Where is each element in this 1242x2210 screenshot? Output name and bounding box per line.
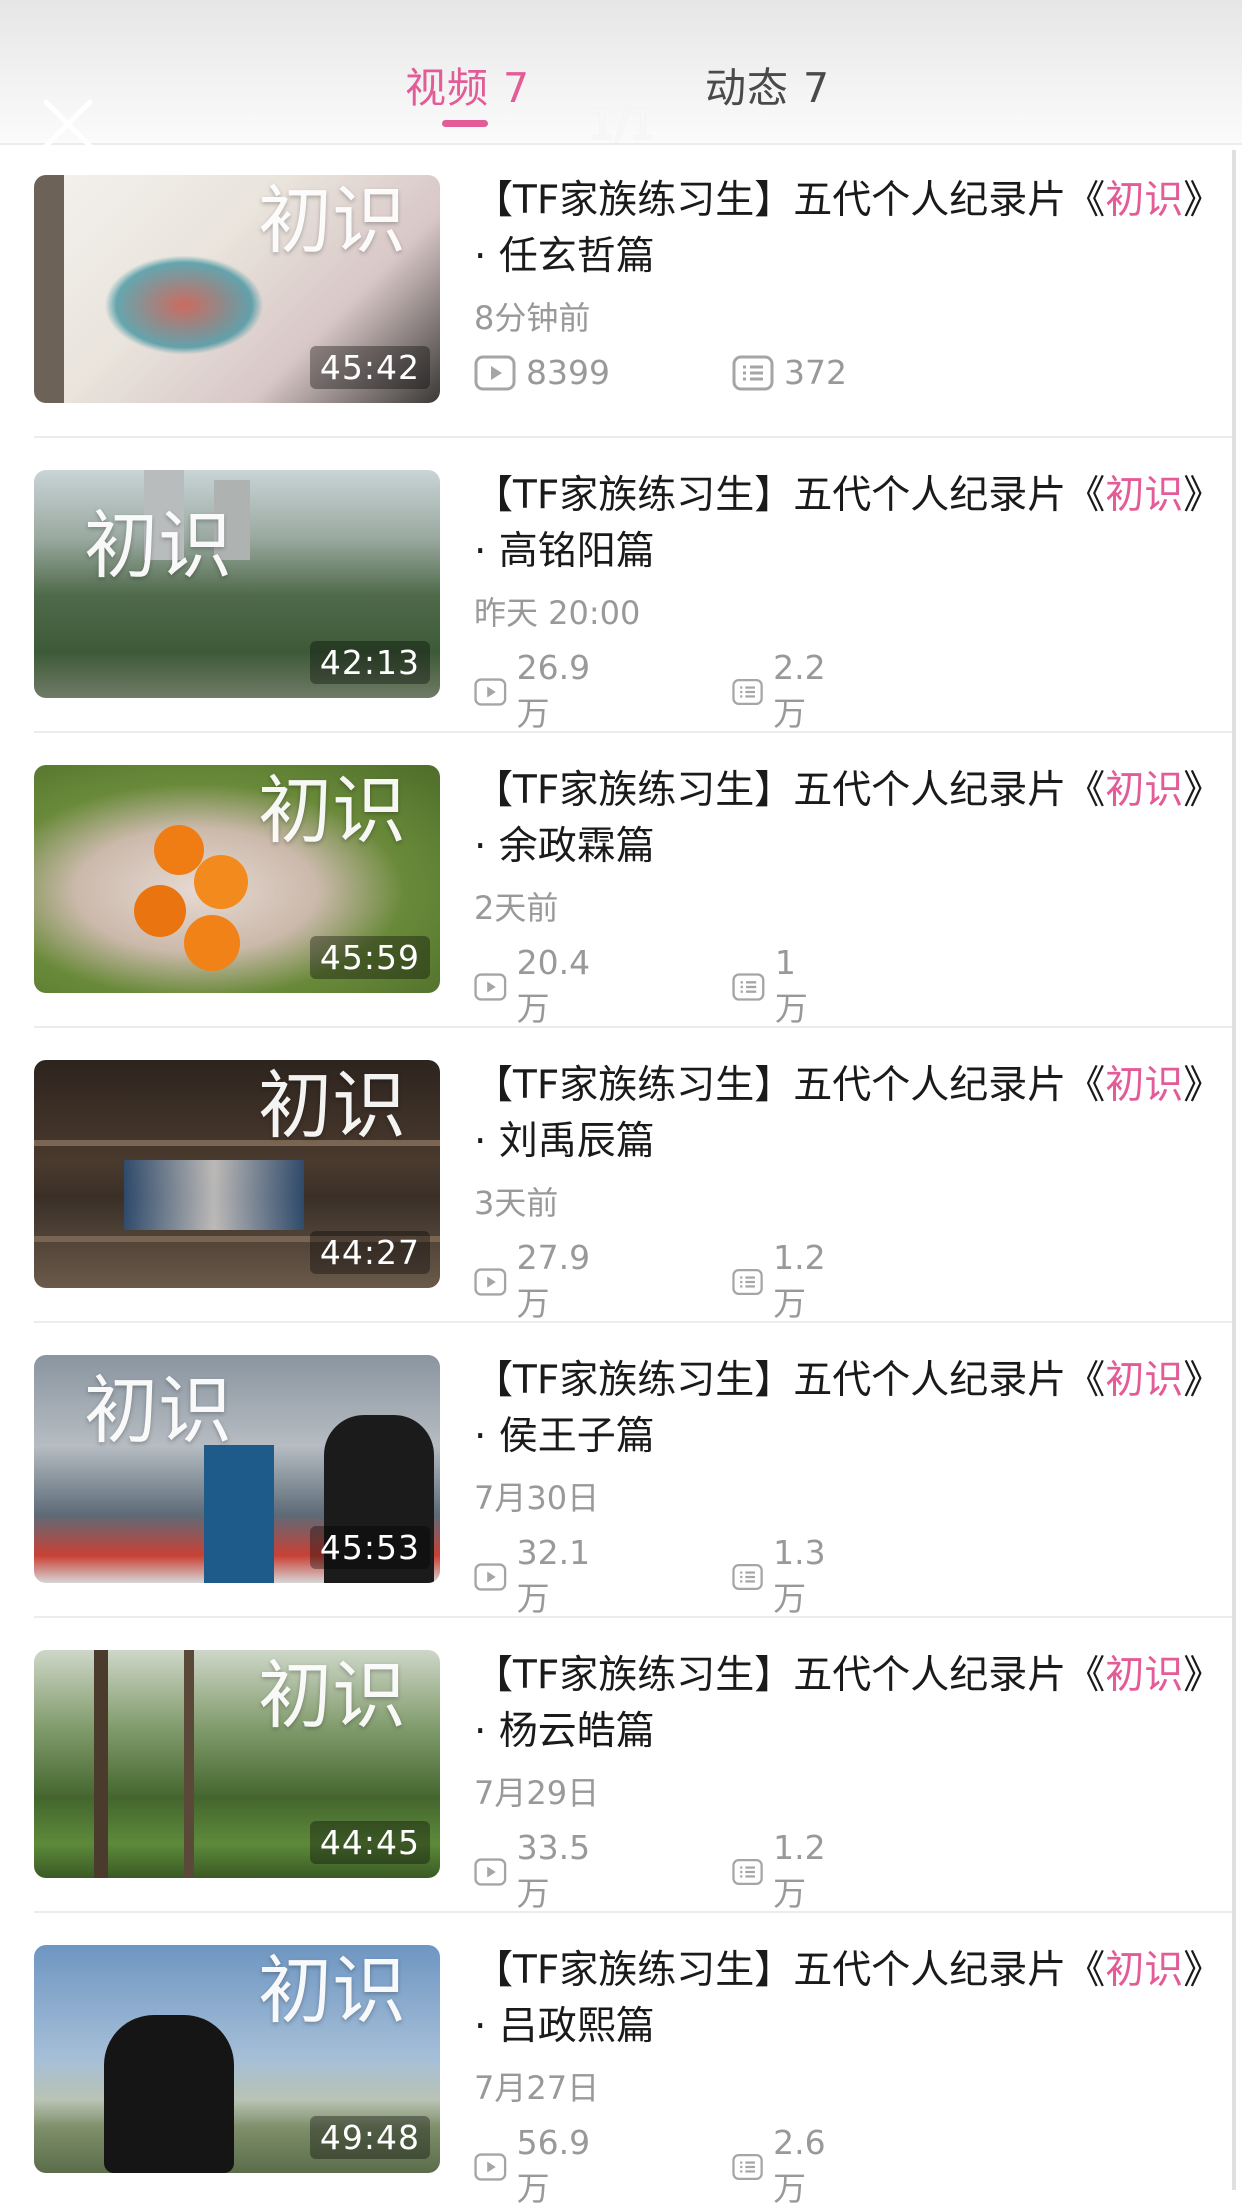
video-thumbnail[interactable]: 初识 45:42 <box>34 175 440 403</box>
page-indicator: 1/1 <box>588 100 656 149</box>
thumbnail-kiosk <box>204 1445 274 1583</box>
title-highlight: 初识 <box>1105 473 1184 518</box>
video-title[interactable]: 【TF家族练习生】五代个人纪录片《初识》· 刘禹辰篇 <box>474 1058 1214 1170</box>
title-highlight: 初识 <box>1105 1358 1184 1403</box>
video-duration: 45:53 <box>309 1526 430 1569</box>
publish-time: 7月27日 <box>474 2069 600 2107</box>
thumbnail-orange <box>154 825 204 875</box>
danmaku-icon <box>732 678 763 705</box>
video-duration: 49:48 <box>309 2116 430 2159</box>
danmaku-icon <box>732 355 774 390</box>
video-duration: 45:42 <box>309 346 430 389</box>
danmaku-icon <box>732 972 765 1001</box>
video-thumbnail[interactable]: 初识 42:13 <box>34 470 440 698</box>
video-title[interactable]: 【TF家族练习生】五代个人纪录片《初识》· 杨云皓篇 <box>474 1648 1214 1760</box>
title-highlight: 初识 <box>1105 1948 1184 1993</box>
play-icon <box>474 1562 507 1591</box>
comment-count: 372 <box>732 353 847 392</box>
video-thumbnail[interactable]: 初识 45:59 <box>34 765 440 993</box>
danmaku-icon <box>732 2153 763 2180</box>
play-icon <box>474 972 507 1001</box>
video-title[interactable]: 【TF家族练习生】五代个人纪录片《初识》· 吕政熙篇 <box>474 1943 1214 2055</box>
danmaku-icon <box>732 1858 763 1885</box>
thumbnail-title-overlay: 初识 <box>258 178 406 264</box>
video-title[interactable]: 【TF家族练习生】五代个人纪录片《初识》· 高铭阳篇 <box>474 468 1214 580</box>
video-title[interactable]: 【TF家族练习生】五代个人纪录片《初识》· 侯王子篇 <box>474 1353 1214 1465</box>
publish-time: 昨天 20:00 <box>474 594 641 632</box>
thumbnail-tree <box>184 1650 194 1878</box>
video-duration: 45:59 <box>309 936 430 979</box>
play-count: 33.5万 <box>474 1828 599 1915</box>
comment-count: 1.2万 <box>732 1238 836 1325</box>
thumbnail-orange <box>184 915 240 971</box>
thumbnail-orange <box>194 855 248 909</box>
publish-time: 7月30日 <box>474 1479 600 1517</box>
thumbnail-person <box>104 2015 234 2173</box>
video-item[interactable]: 初识 45:59 【TF家族练习生】五代个人纪录片《初识》· 余政霖篇 2天前 … <box>0 733 1242 1028</box>
video-duration: 44:27 <box>309 1231 430 1274</box>
video-item[interactable]: 初识 45:53 【TF家族练习生】五代个人纪录片《初识》· 侯王子篇 7月30… <box>0 1323 1242 1618</box>
video-duration: 44:45 <box>309 1821 430 1864</box>
danmaku-icon <box>732 1268 763 1295</box>
video-title[interactable]: 【TF家族练习生】五代个人纪录片《初识》· 任玄哲篇 <box>474 173 1214 285</box>
top-bar: 视频 7 动态 7 1/1 <box>0 0 1242 149</box>
play-count: 26.9万 <box>474 648 599 735</box>
title-highlight: 初识 <box>1105 1063 1184 1108</box>
publish-time: 8分钟前 <box>474 299 591 337</box>
scrollbar[interactable] <box>1232 150 1236 2190</box>
thumbnail-tree <box>94 1650 108 1878</box>
publish-time: 7月29日 <box>474 1774 600 1812</box>
play-icon <box>474 1857 507 1886</box>
video-thumbnail[interactable]: 初识 44:27 <box>34 1060 440 1288</box>
comment-count: 1.3万 <box>732 1533 836 1620</box>
video-list: 初识 45:42 【TF家族练习生】五代个人纪录片《初识》· 任玄哲篇 8分钟前… <box>0 143 1242 2208</box>
play-icon <box>474 355 516 390</box>
play-count: 8399 <box>474 353 610 392</box>
video-thumbnail[interactable]: 初识 45:53 <box>34 1355 440 1583</box>
video-item[interactable]: 初识 42:13 【TF家族练习生】五代个人纪录片《初识》· 高铭阳篇 昨天 2… <box>0 438 1242 733</box>
comment-count: 2.6万 <box>732 2123 836 2210</box>
thumbnail-frame <box>34 175 64 403</box>
play-icon <box>474 2152 507 2181</box>
video-thumbnail[interactable]: 初识 49:48 <box>34 1945 440 2173</box>
video-item[interactable]: 初识 44:45 【TF家族练习生】五代个人纪录片《初识》· 杨云皓篇 7月29… <box>0 1618 1242 1913</box>
tab-active-indicator <box>442 120 488 127</box>
thumbnail-title-overlay: 初识 <box>258 1948 406 2034</box>
video-item[interactable]: 初识 49:48 【TF家族练习生】五代个人纪录片《初识》· 吕政熙篇 7月27… <box>0 1913 1242 2208</box>
title-highlight: 初识 <box>1105 1653 1184 1698</box>
video-thumbnail[interactable]: 初识 44:45 <box>34 1650 440 1878</box>
comment-count: 1.2万 <box>732 1828 836 1915</box>
title-highlight: 初识 <box>1105 768 1184 813</box>
play-icon <box>474 677 507 706</box>
thumbnail-model <box>124 1160 304 1230</box>
comment-count: 1万 <box>732 943 817 1030</box>
thumbnail-title-overlay: 初识 <box>84 1368 232 1454</box>
tab-dynamics[interactable]: 动态 7 <box>705 54 830 114</box>
play-count: 20.4万 <box>474 943 599 1030</box>
video-title[interactable]: 【TF家族练习生】五代个人纪录片《初识》· 余政霖篇 <box>474 763 1214 875</box>
thumbnail-title-overlay: 初识 <box>258 1653 406 1739</box>
video-item[interactable]: 初识 45:42 【TF家族练习生】五代个人纪录片《初识》· 任玄哲篇 8分钟前… <box>0 143 1242 438</box>
thumbnail-title-overlay: 初识 <box>84 503 232 589</box>
comment-count: 2.2万 <box>732 648 836 735</box>
tab-videos[interactable]: 视频 7 <box>405 54 530 114</box>
danmaku-icon <box>732 1563 763 1590</box>
play-count: 56.9万 <box>474 2123 599 2210</box>
thumbnail-title-overlay: 初识 <box>258 1063 406 1149</box>
thumbnail-orange <box>134 885 186 937</box>
video-duration: 42:13 <box>309 641 430 684</box>
play-count: 32.1万 <box>474 1533 599 1620</box>
thumbnail-title-overlay: 初识 <box>258 768 406 854</box>
video-item[interactable]: 初识 44:27 【TF家族练习生】五代个人纪录片《初识》· 刘禹辰篇 3天前 … <box>0 1028 1242 1323</box>
play-count: 27.9万 <box>474 1238 599 1325</box>
play-icon <box>474 1267 507 1296</box>
title-highlight: 初识 <box>1105 178 1184 223</box>
publish-time: 3天前 <box>474 1184 559 1222</box>
publish-time: 2天前 <box>474 889 559 927</box>
thumbnail-drawing <box>104 255 264 355</box>
